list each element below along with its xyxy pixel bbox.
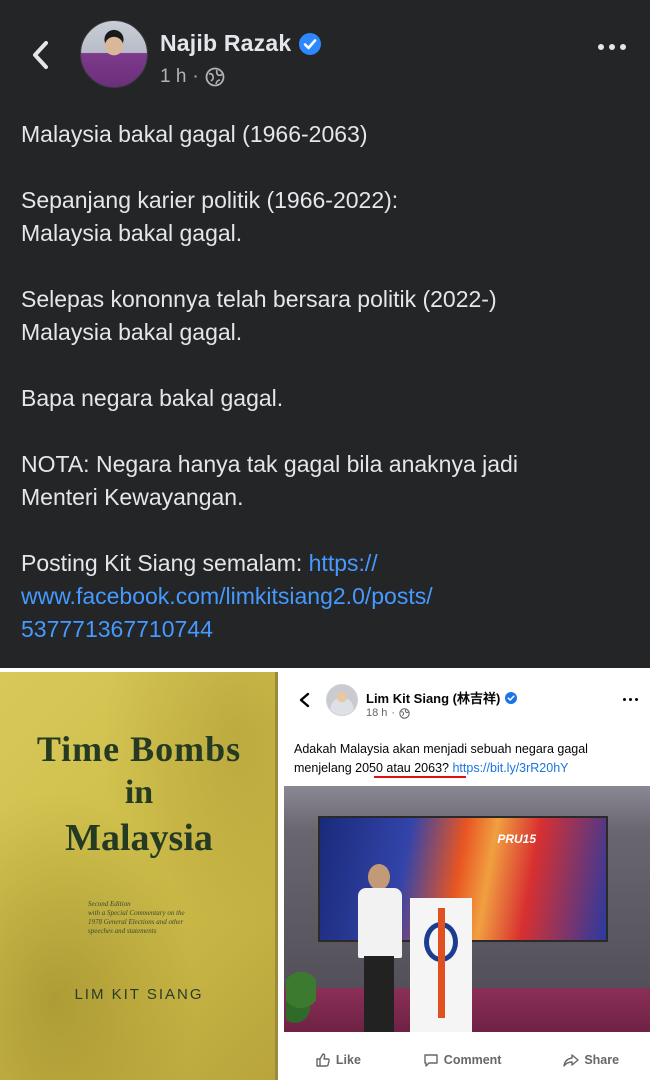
more-dot-icon	[609, 44, 615, 50]
red-underline-annotation	[374, 776, 466, 778]
embedded-share: Share	[563, 1052, 619, 1068]
post-line: Malaysia bakal gagal.	[21, 319, 243, 345]
embedded-like: Like	[315, 1052, 361, 1068]
verified-badge-icon	[505, 691, 518, 704]
podium	[410, 898, 472, 1032]
event-photo: PRU15	[284, 786, 650, 1032]
speaker-figure	[354, 864, 406, 1032]
book-edition-line: speeches and statements	[88, 927, 157, 935]
verified-badge-icon	[299, 32, 322, 55]
post-paragraph: Sepanjang karier politik (1966-2022): Mal…	[21, 184, 621, 250]
post-paragraph: Posting Kit Siang semalam: https:// www.f…	[21, 547, 621, 646]
embedded-comment: Comment	[423, 1052, 502, 1068]
embedded-author-avatar	[326, 684, 358, 716]
embedded-post-meta: 18 h ·	[366, 707, 410, 719]
book-title-line: in	[124, 774, 154, 811]
book-title-line: Time Bombs	[36, 729, 242, 769]
post-header: Najib Razak 1 h ·	[0, 0, 650, 105]
post-line: Bapa negara bakal gagal.	[21, 385, 284, 411]
post-time[interactable]: 1 h	[160, 66, 186, 88]
embedded-more-icon	[623, 698, 638, 701]
post-paragraph: NOTA: Negara hanya tak gagal bila anakny…	[21, 448, 621, 514]
post-line: Posting Kit Siang semalam:	[21, 550, 309, 576]
embedded-post-text: Adakah Malaysia akan menjadi sebuah nega…	[294, 740, 644, 778]
embedded-link: https://bit.ly/3rR20hY	[452, 761, 569, 775]
embedded-post-screenshot: Lim Kit Siang (林吉祥) 18 h · Adakah Malays…	[284, 672, 650, 1080]
author-row: Najib Razak	[160, 30, 322, 57]
author-avatar[interactable]	[80, 20, 148, 88]
embedded-author-row: Lim Kit Siang (林吉祥)	[366, 688, 518, 707]
more-dot-icon	[598, 44, 604, 50]
book-edition-line: 1978 General Elections and other	[88, 918, 184, 926]
book-author: LIM KIT SIANG	[74, 986, 204, 1003]
embedded-author-name: Lim Kit Siang (林吉祥)	[366, 691, 501, 706]
post-text: Malaysia bakal gagal (1966-2063) Sepanja…	[21, 118, 621, 646]
book-edition-line: with a Special Commentary on the	[88, 909, 185, 917]
post-paragraph: Bapa negara bakal gagal.	[21, 382, 621, 415]
book-edition-text: Second Edition with a Special Commentary…	[88, 900, 188, 936]
post-line: Selepas kononnya telah bersara politik (…	[21, 286, 497, 312]
post-line: NOTA: Negara hanya tak gagal bila anakny…	[21, 451, 518, 477]
embedded-action-bar: Like Comment Share	[284, 1042, 650, 1078]
chevron-left-icon	[299, 692, 310, 708]
post-link-part[interactable]: 537771367710744	[21, 616, 213, 642]
post-image[interactable]: Time Bombs in Malaysia Second Edition wi…	[0, 668, 650, 1080]
author-name[interactable]: Najib Razak	[160, 30, 291, 57]
book-edition-line: Second Edition	[88, 900, 131, 908]
thumbs-up-icon	[316, 1053, 330, 1067]
chevron-left-icon	[33, 41, 48, 69]
post-link-part[interactable]: www.facebook.com/limkitsiang2.0/posts/	[21, 583, 433, 609]
post-paragraph: Malaysia bakal gagal (1966-2063)	[21, 118, 621, 151]
meta-separator: ·	[192, 66, 199, 87]
post-paragraph: Selepas kononnya telah bersara politik (…	[21, 283, 621, 349]
share-icon	[563, 1054, 580, 1067]
post-link-part[interactable]: https://	[309, 550, 378, 576]
like-label: Like	[335, 1053, 361, 1067]
share-label: Share	[584, 1053, 620, 1067]
book-title-line: Malaysia	[65, 817, 213, 859]
embedded-text-line: menjelang 2050 atau 2063?	[294, 761, 453, 775]
embedded-post-time: 18 h	[366, 707, 388, 719]
globe-icon[interactable]	[205, 67, 225, 87]
globe-icon	[399, 707, 410, 719]
plant	[286, 972, 316, 1032]
more-options-button[interactable]	[598, 44, 626, 50]
comment-label: Comment	[443, 1053, 502, 1067]
post-line: Sepanjang karier politik (1966-2022):	[21, 187, 399, 213]
back-button[interactable]	[26, 38, 56, 72]
party-logo-rocket	[438, 908, 445, 1018]
meta-separator: ·	[391, 707, 396, 719]
post-line: Malaysia bakal gagal.	[21, 220, 243, 246]
comment-icon	[424, 1054, 438, 1067]
embedded-text-line: Adakah Malaysia akan menjadi sebuah nega…	[294, 742, 588, 756]
more-dot-icon	[620, 44, 626, 50]
post-line: Menteri Kewayangan.	[21, 484, 244, 510]
post-line: Malaysia bakal gagal (1966-2063)	[21, 121, 368, 147]
book-cover-image: Time Bombs in Malaysia Second Edition wi…	[0, 672, 278, 1080]
screen-label: PRU15	[497, 832, 536, 846]
post-meta: 1 h ·	[160, 66, 225, 88]
